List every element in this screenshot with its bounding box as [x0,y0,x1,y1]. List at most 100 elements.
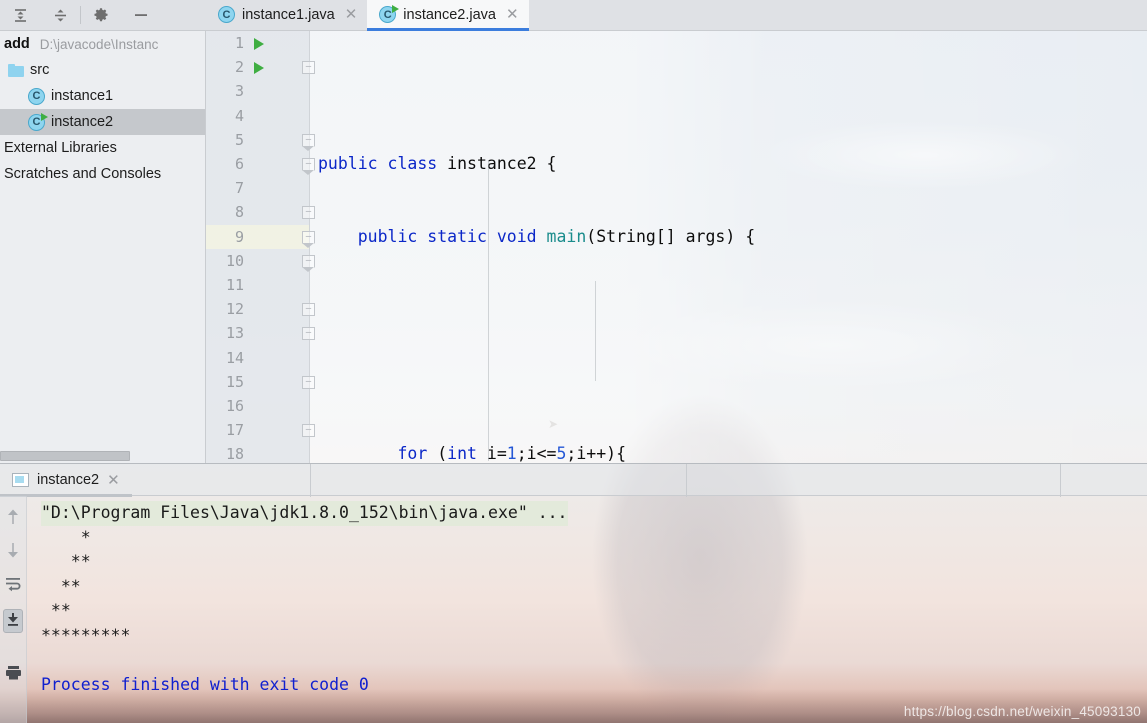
tab-label: instance1.java [242,6,335,23]
code-line-3[interactable] [310,297,1147,321]
run-tool-window[interactable]: instance2 ✕ "D:\Program Files\Java\jdk1.… [0,463,1147,723]
gutter-line: 15− [206,370,315,394]
sidebar-item-label: Scratches and Consoles [4,166,162,182]
gutter-line: 17− [206,418,315,442]
console-command-line: "D:\Program Files\Java\jdk1.8.0_152\bin\… [41,501,568,526]
line-number: 4 [234,106,244,125]
folder-icon [8,63,24,77]
hide-icon[interactable] [121,0,161,31]
close-icon[interactable]: ✕ [506,7,519,22]
run-method-icon[interactable] [254,62,264,75]
editor-tab-bar: C instance1.java ✕ C instance2.java ✕ [206,0,1147,31]
run-window-icon [12,472,29,487]
collapse-all-icon[interactable] [40,0,80,31]
run-window-gutter[interactable] [0,496,27,723]
line-number: 8 [234,203,244,222]
project-horizontal-scrollbar[interactable] [0,451,130,461]
code-line-2[interactable]: public static void main(String[] args) { [310,225,1147,249]
watermark-text: https://blog.csdn.net/weixin_45093130 [903,704,1141,719]
sidebar-item-label: External Libraries [4,140,117,156]
console-output-line: ** [41,552,91,571]
project-toolbar [0,0,206,31]
console-output-line: * [41,527,91,547]
indent-guide [488,161,489,461]
tab-label: instance2.java [403,6,496,23]
tab-instance1-java[interactable]: C instance1.java ✕ [206,0,367,30]
project-tree-panel[interactable]: add D:\javacode\Instanc src C instance1 … [0,31,206,463]
tree-root-path: D:\javacode\Instanc [39,36,159,52]
console-output[interactable]: "D:\Program Files\Java\jdk1.8.0_152\bin\… [27,496,1147,723]
line-number: 16 [225,396,244,415]
line-number: 2 [234,58,244,77]
panel-divider [1060,464,1061,497]
console-exit-line: Process finished with exit code 0 [41,674,369,694]
sidebar-item-external-libraries[interactable]: External Libraries [0,135,205,161]
java-class-runnable-icon: C [28,112,48,131]
java-class-icon: C [28,87,45,105]
line-number: 6 [234,155,244,174]
sidebar-item-scratches-and-consoles[interactable]: Scratches and Consoles [0,161,205,187]
close-icon[interactable]: ✕ [107,471,120,489]
line-number: 5 [234,130,244,149]
code-line-4[interactable] [310,370,1147,394]
expand-all-icon[interactable] [0,0,40,31]
line-number: 1 [234,34,244,53]
panel-divider [686,464,687,497]
gutter-line: 2− [206,55,315,79]
sidebar-item-instance1[interactable]: C instance1 [0,83,205,109]
line-number: 17 [225,421,244,440]
panel-divider [310,464,311,497]
gutter-line: 5− [206,128,315,152]
run-tab-label: instance2 [37,471,100,488]
close-icon[interactable]: ✕ [345,7,358,22]
tree-root-label: add [4,36,30,52]
gutter-line: 12− [206,297,315,321]
line-number: 7 [234,179,244,198]
print-icon[interactable] [5,665,22,683]
gutter-line: 18 [206,442,309,463]
line-number: 11 [225,275,244,294]
soft-wrap-icon[interactable] [5,576,21,595]
editor-gutter[interactable]: 1 2− 3 4 5− 6− 7 8− 9− 10− 11 12− 13− 14… [206,31,315,463]
line-number: 9 [234,227,244,246]
sidebar-item-label: instance1 [51,88,114,104]
console-output-line: ********* [41,625,131,645]
line-number: 13 [225,324,244,343]
line-number: 12 [225,300,244,319]
gutter-line: 14 [206,345,309,369]
scroll-up-icon[interactable] [6,508,20,528]
line-number: 18 [225,445,244,463]
line-number: 14 [225,348,244,367]
line-number: 3 [234,82,244,101]
java-class-icon: C [218,6,235,23]
scroll-to-end-icon[interactable] [3,609,23,633]
tree-root-row[interactable]: add D:\javacode\Instanc [0,31,205,57]
run-tab-bar: instance2 ✕ [0,463,1147,497]
code-text-area[interactable]: public class instance2 { public static v… [310,31,1147,463]
code-editor[interactable]: 1 2− 3 4 5− 6− 7 8− 9− 10− 11 12− 13− 14… [206,31,1147,463]
code-line-5[interactable]: for (int i=1;i<=5;i++){ [310,442,1147,463]
tab-instance2-java[interactable]: C instance2.java ✕ [367,0,529,31]
run-tab-instance2[interactable]: instance2 ✕ [0,463,132,497]
gutter-line: 13− [206,321,315,345]
line-number: 10 [225,251,244,270]
gutter-line: 1 [206,31,309,55]
sidebar-item-instance2[interactable]: C instance2 [0,109,205,135]
code-line-1[interactable]: public class instance2 { [310,152,1147,176]
indent-guide [595,281,596,381]
gutter-line: 11 [206,273,309,297]
scroll-down-icon[interactable] [6,542,20,562]
gutter-line: 6− [206,152,315,176]
gutter-line: 4 [206,104,309,128]
sidebar-item-src[interactable]: src [0,57,205,83]
run-class-icon[interactable] [254,38,264,50]
console-output-line: ** [41,601,71,620]
sidebar-item-label: instance2 [51,114,114,130]
settings-gear-icon[interactable] [81,0,121,31]
gutter-line: 8− [206,200,315,224]
sidebar-item-label: src [30,62,50,78]
gutter-line: 3 [206,79,309,103]
line-number: 15 [225,372,244,391]
console-output-line: ** [41,576,81,596]
gutter-line: 7 [206,176,309,200]
